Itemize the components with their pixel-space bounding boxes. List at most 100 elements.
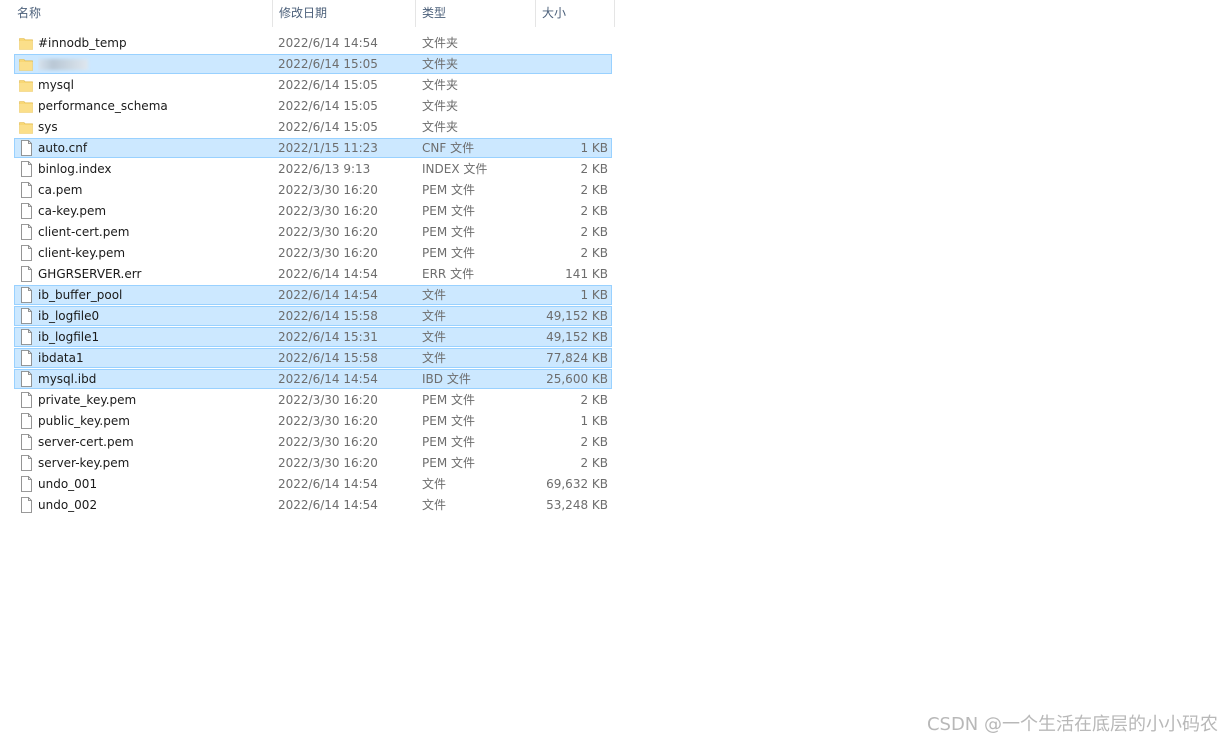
file-modified-date: 2022/3/30 16:20 xyxy=(278,435,378,449)
file-size xyxy=(537,96,608,117)
file-type: 文件 xyxy=(422,330,447,344)
file-name: performance_schema xyxy=(38,99,168,113)
folder-icon xyxy=(19,75,33,96)
file-modified-date: 2022/3/30 16:20 xyxy=(278,393,378,407)
file-row[interactable]: ib_logfile0 2022/6/14 15:58 文件 49,152 KB xyxy=(0,306,616,327)
column-header-size-label: 大小 xyxy=(542,6,567,20)
file-modified-date: 2022/6/14 14:54 xyxy=(278,498,378,512)
file-row[interactable]: undo_001 2022/6/14 14:54 文件 69,632 KB xyxy=(0,474,616,495)
file-icon xyxy=(19,243,33,264)
file-modified-date: 2022/6/14 14:54 xyxy=(278,36,378,50)
file-type: 文件夹 xyxy=(422,36,459,50)
file-size: 1 KB xyxy=(580,288,608,302)
column-header-name[interactable]: 名称 ^ xyxy=(11,0,271,27)
file-row[interactable]: ca.pem 2022/3/30 16:20 PEM 文件 2 KB xyxy=(0,180,616,201)
file-type: PEM 文件 xyxy=(422,225,475,239)
file-modified-date: 2022/6/14 14:54 xyxy=(278,372,378,386)
file-modified-date: 2022/6/14 15:31 xyxy=(278,330,378,344)
file-modified-date: 2022/6/14 15:05 xyxy=(278,78,378,92)
file-type: PEM 文件 xyxy=(422,456,475,470)
file-name: undo_001 xyxy=(38,477,98,491)
file-icon xyxy=(19,327,33,348)
file-modified-date: 2022/6/14 15:58 xyxy=(278,309,378,323)
file-modified-date: 2022/6/14 15:05 xyxy=(278,99,378,113)
file-size: 53,248 KB xyxy=(546,498,608,512)
file-row[interactable]: 2022/6/14 15:05 文件夹 xyxy=(0,54,616,75)
file-modified-date: 2022/6/13 9:13 xyxy=(278,162,371,176)
file-name: auto.cnf xyxy=(38,141,88,155)
file-modified-date: 2022/6/14 14:54 xyxy=(278,267,378,281)
column-header-type-label: 类型 xyxy=(422,6,447,20)
folder-icon xyxy=(19,33,33,54)
file-modified-date: 2022/6/14 15:05 xyxy=(278,120,378,134)
column-header-type[interactable]: 类型 xyxy=(415,0,535,27)
file-type: PEM 文件 xyxy=(422,414,475,428)
file-modified-date: 2022/1/15 11:23 xyxy=(278,141,378,155)
file-row[interactable]: mysql.ibd 2022/6/14 14:54 IBD 文件 25,600 KB xyxy=(0,369,616,390)
file-icon xyxy=(19,264,33,285)
file-type: 文件夹 xyxy=(422,57,459,71)
file-type: PEM 文件 xyxy=(422,204,475,218)
file-type: ERR 文件 xyxy=(422,267,475,281)
file-type: PEM 文件 xyxy=(422,183,475,197)
file-row[interactable]: #innodb_temp 2022/6/14 14:54 文件夹 xyxy=(0,33,616,54)
file-size: 1 KB xyxy=(580,414,608,428)
column-header-size[interactable]: 大小 xyxy=(535,0,615,27)
redacted-name xyxy=(38,59,88,70)
file-name: server-cert.pem xyxy=(38,435,134,449)
file-icon xyxy=(19,390,33,411)
file-icon xyxy=(19,201,33,222)
file-row[interactable]: auto.cnf 2022/1/15 11:23 CNF 文件 1 KB xyxy=(0,138,616,159)
file-row[interactable]: private_key.pem 2022/3/30 16:20 PEM 文件 2 KB xyxy=(0,390,616,411)
file-row[interactable]: client-cert.pem 2022/3/30 16:20 PEM 文件 2 KB xyxy=(0,222,616,243)
file-row[interactable]: sys 2022/6/14 15:05 文件夹 xyxy=(0,117,616,138)
file-modified-date: 2022/3/30 16:20 xyxy=(278,246,378,260)
file-name: client-key.pem xyxy=(38,246,126,260)
file-row[interactable]: ib_logfile1 2022/6/14 15:31 文件 49,152 KB xyxy=(0,327,616,348)
file-modified-date: 2022/3/30 16:20 xyxy=(278,225,378,239)
file-name: ib_buffer_pool xyxy=(38,288,123,302)
file-name: mysql xyxy=(38,78,74,92)
file-row[interactable]: public_key.pem 2022/3/30 16:20 PEM 文件 1 KB xyxy=(0,411,616,432)
file-row[interactable]: server-cert.pem 2022/3/30 16:20 PEM 文件 2 KB xyxy=(0,432,616,453)
watermark: CSDN @一个生活在底层的小小码农 xyxy=(926,714,1218,735)
file-icon xyxy=(19,348,33,369)
file-modified-date: 2022/6/14 15:58 xyxy=(278,351,378,365)
file-row[interactable]: client-key.pem 2022/3/30 16:20 PEM 文件 2 KB xyxy=(0,243,616,264)
file-name: undo_002 xyxy=(38,498,98,512)
file-row[interactable]: server-key.pem 2022/3/30 16:20 PEM 文件 2 KB xyxy=(0,453,616,474)
file-row[interactable]: mysql 2022/6/14 15:05 文件夹 xyxy=(0,75,616,96)
file-type: 文件夹 xyxy=(422,120,459,134)
file-size xyxy=(537,54,608,75)
file-size xyxy=(537,33,608,54)
file-icon xyxy=(19,285,33,306)
file-row[interactable]: GHGRSERVER.err 2022/6/14 14:54 ERR 文件 141 K… xyxy=(0,264,616,285)
column-header-name-label: 名称 xyxy=(17,6,42,20)
file-row[interactable]: ib_buffer_pool 2022/6/14 14:54 文件 1 KB xyxy=(0,285,616,306)
file-name: ca-key.pem xyxy=(38,204,107,218)
file-size: 69,632 KB xyxy=(546,477,608,491)
file-type: 文件 xyxy=(422,477,447,491)
file-modified-date: 2022/3/30 16:20 xyxy=(278,183,378,197)
file-size xyxy=(537,75,608,96)
file-icon xyxy=(19,453,33,474)
file-row[interactable]: performance_schema 2022/6/14 15:05 文件夹 xyxy=(0,96,616,117)
file-size: 2 KB xyxy=(580,225,608,239)
file-modified-date: 2022/3/30 16:20 xyxy=(278,414,378,428)
file-modified-date: 2022/3/30 16:20 xyxy=(278,456,378,470)
file-modified-date: 2022/6/14 15:05 xyxy=(278,57,378,71)
file-size: 2 KB xyxy=(580,435,608,449)
file-name: ca.pem xyxy=(38,183,83,197)
file-icon xyxy=(19,159,33,180)
folder-icon xyxy=(19,96,33,117)
file-icon xyxy=(19,369,33,390)
file-name: sys xyxy=(38,120,58,134)
file-row[interactable]: undo_002 2022/6/14 14:54 文件 53,248 KB xyxy=(0,495,616,516)
file-name xyxy=(38,54,268,75)
file-row[interactable]: ca-key.pem 2022/3/30 16:20 PEM 文件 2 KB xyxy=(0,201,616,222)
file-name: binlog.index xyxy=(38,162,112,176)
column-header-date[interactable]: 修改日期 xyxy=(272,0,415,27)
file-name: ib_logfile0 xyxy=(38,309,100,323)
file-row[interactable]: ibdata1 2022/6/14 15:58 文件 77,824 KB xyxy=(0,348,616,369)
file-row[interactable]: binlog.index 2022/6/13 9:13 INDEX 文件 2 KB xyxy=(0,159,616,180)
